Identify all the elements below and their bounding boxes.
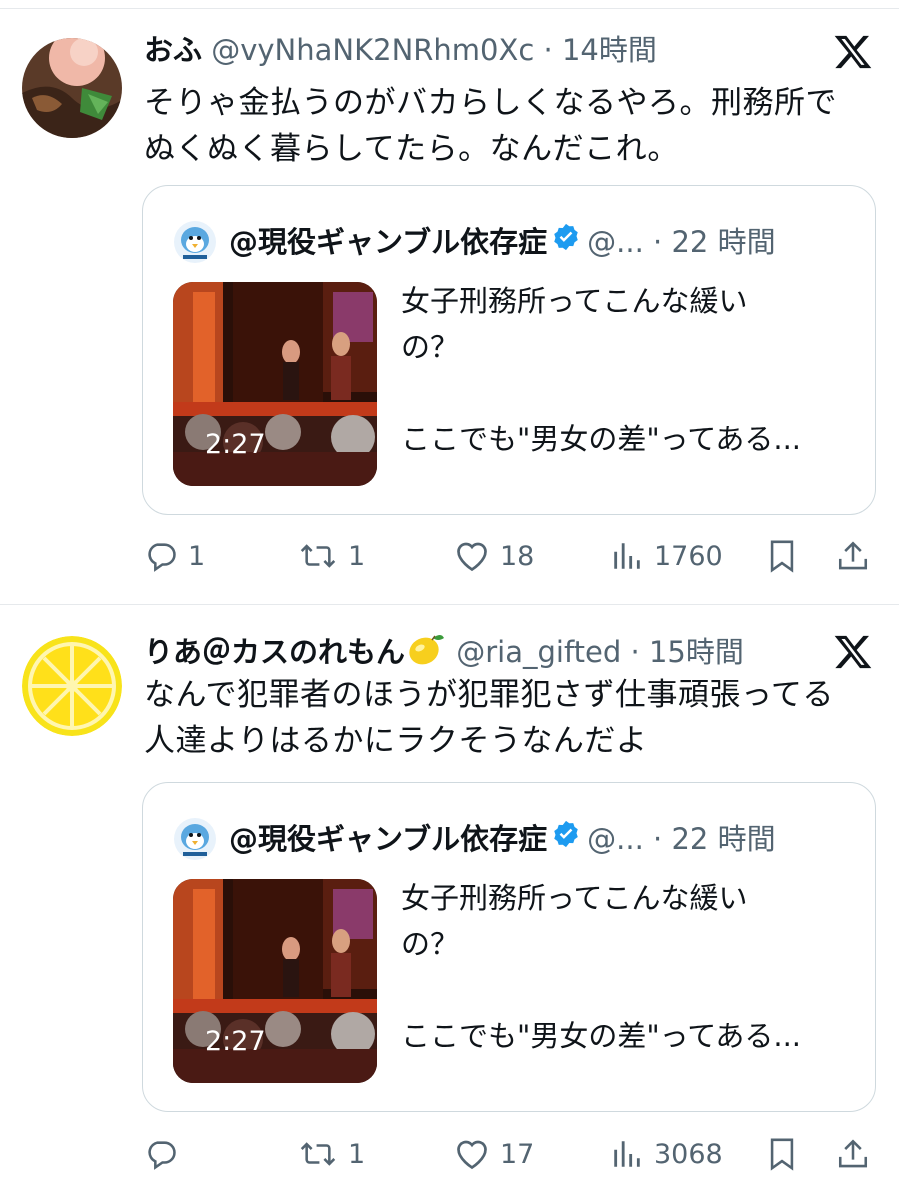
share-button[interactable] <box>836 536 870 576</box>
video-thumbnail[interactable]: 2:27 <box>173 879 377 1083</box>
bookmark-icon <box>770 1138 794 1171</box>
bookmark-button[interactable] <box>766 536 798 576</box>
like-button[interactable]: 17 <box>454 1134 534 1174</box>
action-bar: 1 1 18 1760 <box>0 536 899 576</box>
reply-button[interactable]: 1 <box>144 536 205 576</box>
views-button[interactable]: 1760 <box>610 536 723 576</box>
repost-button[interactable]: 1 <box>298 1134 365 1174</box>
share-icon <box>838 541 868 570</box>
share-icon <box>838 1139 868 1168</box>
timestamp[interactable]: 14時間 <box>562 33 657 67</box>
tweet-text-line: 人達よりはるかにラクそうなんだよ <box>144 723 648 759</box>
lemon-emoji-icon <box>407 630 445 676</box>
separator-dot: · <box>630 635 640 669</box>
lemon-avatar-image <box>22 636 122 736</box>
quoted-handle-time[interactable]: @... · 22 時間 <box>587 822 775 856</box>
video-frame <box>173 879 377 1083</box>
repost-button[interactable]: 1 <box>298 536 365 576</box>
bookmark-icon <box>770 540 794 573</box>
user-handle[interactable]: @vyNhaNK2NRhm0Xc <box>211 33 534 67</box>
quoted-tweet[interactable]: @現役ギャンブル依存症 @... · 22 時間 2:27 女子刑務所ってこんな… <box>142 185 876 515</box>
x-logo-icon[interactable] <box>833 32 873 72</box>
quoted-text: 女子刑務所ってこんな緩い の？ ここでも"男女の差"ってある... <box>401 881 802 1053</box>
reply-icon <box>148 543 176 572</box>
video-duration: 2:27 <box>205 429 266 460</box>
like-count: 17 <box>500 1138 535 1170</box>
action-bar: 1 17 3068 <box>0 1134 899 1174</box>
repost-icon <box>300 544 336 568</box>
tweet-header: おふ @vyNhaNK2NRhm0Xc · 14時間 <box>144 30 899 70</box>
avatar[interactable] <box>22 38 122 138</box>
repost-count: 1 <box>348 1138 366 1170</box>
share-button[interactable] <box>836 1134 870 1174</box>
quoted-avatar[interactable] <box>173 220 217 264</box>
tweet-divider <box>0 604 899 605</box>
tweet-text-line: なんで犯罪者のほうが犯罪犯さず仕事頑張ってる <box>144 677 834 713</box>
bookmark-button[interactable] <box>766 1134 798 1174</box>
tweet-header: りあ＠カスのれもん @ria_gifted · 15時間 <box>144 630 899 670</box>
views-count: 1760 <box>654 540 723 572</box>
tweet-text: そりゃ金払うのがバカらしくなるやろ。刑務所で ぬくぬく暮らしてたら。なんだこれ。 <box>144 80 874 172</box>
verified-badge-icon <box>551 220 581 264</box>
views-icon <box>614 1141 640 1167</box>
reply-icon <box>148 1141 176 1170</box>
views-count: 3068 <box>654 1138 723 1170</box>
display-name[interactable]: おふ <box>144 33 202 67</box>
timestamp[interactable]: 15時間 <box>649 635 744 669</box>
like-count: 18 <box>500 540 535 572</box>
tweet-text-line: ぬくぬく暮らしてたら。なんだこれ。 <box>144 131 679 167</box>
separator-dot: · <box>543 33 553 67</box>
quoted-handle-time[interactable]: @... · 22 時間 <box>587 225 775 259</box>
quoted-text: 女子刑務所ってこんな緩い の？ ここでも"男女の差"ってある... <box>401 284 802 456</box>
user-handle[interactable]: @ria_gifted <box>456 635 621 669</box>
quoted-tweet[interactable]: @現役ギャンブル依存症 @... · 22 時間 2:27 女子刑務所ってこんな… <box>142 782 876 1112</box>
heart-icon <box>457 1140 487 1170</box>
quoted-display-name[interactable]: @現役ギャンブル依存症 <box>229 225 547 259</box>
top-divider <box>0 8 899 9</box>
reply-button[interactable] <box>144 1134 188 1174</box>
avatar-image <box>22 38 122 138</box>
display-name[interactable]: りあ＠カスのれもん <box>144 635 405 669</box>
quoted-tweet-header: @現役ギャンブル依存症 @... · 22 時間 <box>173 815 855 861</box>
views-icon <box>614 543 640 569</box>
video-thumbnail[interactable]: 2:27 <box>173 282 377 486</box>
reply-count: 1 <box>188 540 206 572</box>
repost-icon <box>300 1142 336 1166</box>
repost-count: 1 <box>348 540 366 572</box>
views-button[interactable]: 3068 <box>610 1134 723 1174</box>
verified-badge-icon <box>551 817 581 861</box>
quoted-avatar[interactable] <box>173 817 217 861</box>
heart-icon <box>457 542 487 572</box>
tweet-text: なんで犯罪者のほうが犯罪犯さず仕事頑張ってる 人達よりはるかにラクそうなんだよ <box>144 672 874 764</box>
quoted-display-name[interactable]: @現役ギャンブル依存症 <box>229 822 547 856</box>
quoted-tweet-header: @現役ギャンブル依存症 @... · 22 時間 <box>173 218 855 264</box>
video-duration: 2:27 <box>205 1026 266 1057</box>
tweet-text-line: そりゃ金払うのがバカらしくなるやろ。刑務所で <box>144 85 837 121</box>
x-logo-icon[interactable] <box>833 632 873 672</box>
like-button[interactable]: 18 <box>454 536 534 576</box>
video-frame <box>173 282 377 486</box>
avatar[interactable] <box>22 636 122 736</box>
